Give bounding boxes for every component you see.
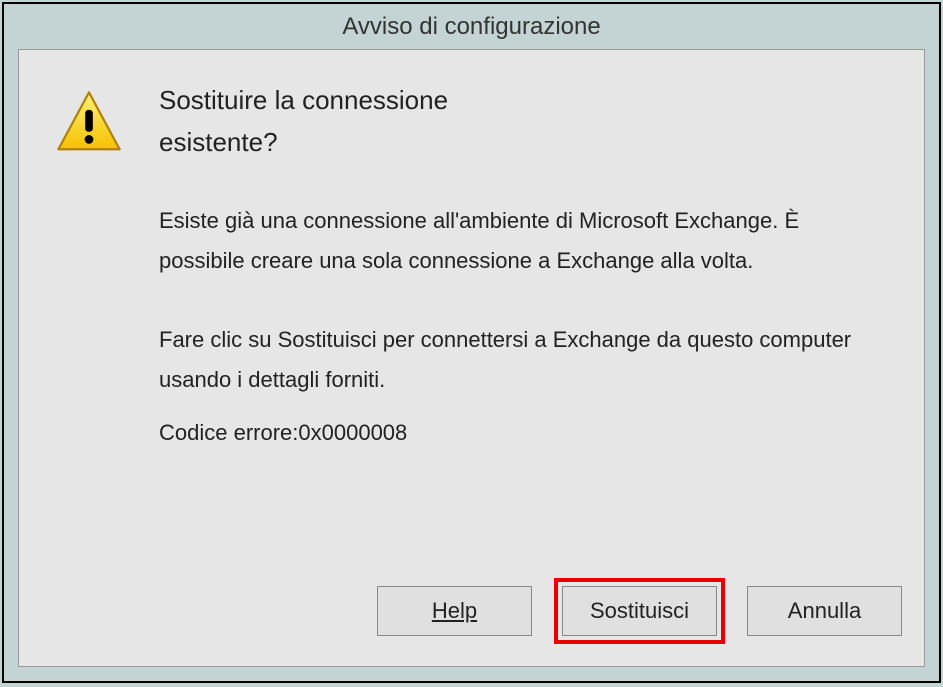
- warning-icon: [54, 88, 124, 158]
- error-label: Codice errore:: [159, 420, 298, 445]
- cancel-button[interactable]: Annulla: [747, 586, 902, 636]
- heading-line1: Sostituire la connessione: [159, 85, 448, 115]
- help-button[interactable]: Help: [377, 586, 532, 636]
- error-line: Codice errore:0x0000008: [159, 420, 889, 446]
- body-paragraph-1: Esiste già una connessione all'ambiente …: [159, 201, 889, 280]
- error-code: 0x0000008: [298, 420, 407, 445]
- replace-highlight: Sostituisci: [554, 578, 725, 644]
- content-panel: Sostituire la connessione esistente? Esi…: [18, 49, 925, 667]
- title-bar: Avviso di configurazione: [4, 4, 939, 49]
- heading-line2: esistente?: [159, 127, 278, 157]
- icon-column: [54, 80, 124, 446]
- dialog-title: Avviso di configurazione: [342, 13, 600, 41]
- dialog-window: Avviso di configurazione: [2, 2, 941, 683]
- main-content: Sostituire la connessione esistente? Esi…: [54, 80, 889, 446]
- body-paragraph-2: Fare clic su Sostituisci per connettersi…: [159, 320, 889, 399]
- help-button-label: Help: [432, 598, 477, 624]
- replace-button[interactable]: Sostituisci: [562, 586, 717, 636]
- button-row: Help Sostituisci Annulla: [377, 578, 902, 644]
- dialog-heading: Sostituire la connessione esistente?: [159, 80, 889, 163]
- text-column: Sostituire la connessione esistente? Esi…: [159, 80, 889, 446]
